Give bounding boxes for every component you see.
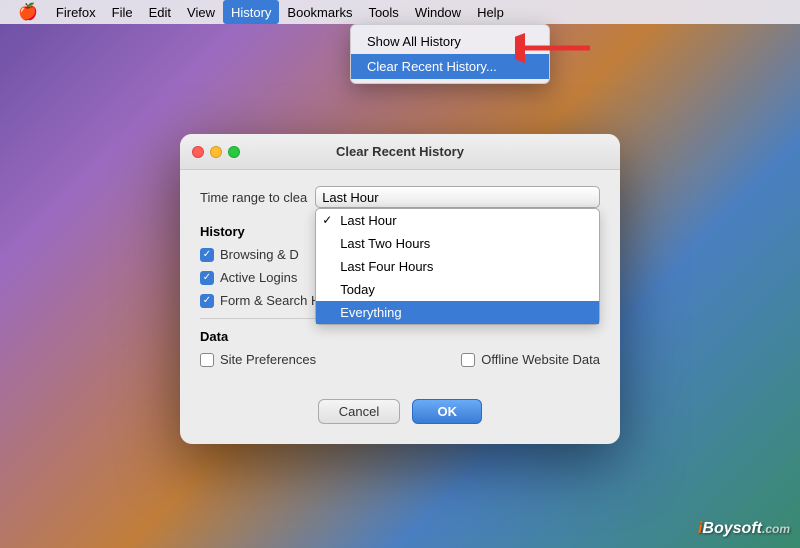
time-range-select-container: Last Hour Last Hour Last Two Hours Last … <box>315 186 600 208</box>
time-range-row: Time range to clea Last Hour Last Hour L… <box>200 186 600 208</box>
dialog-titlebar: Clear Recent History <box>180 134 620 170</box>
dialog-overlay: Clear Recent History Time range to clea … <box>0 0 800 548</box>
time-range-select[interactable]: Last Hour <box>315 186 600 208</box>
close-button[interactable] <box>192 146 204 158</box>
offline-data-checkbox-group: Offline Website Data <box>461 352 600 367</box>
browsing-checkbox-group: Browsing & D <box>200 247 299 262</box>
browsing-checkbox[interactable] <box>200 248 214 262</box>
dialog-body: Time range to clea Last Hour Last Hour L… <box>180 170 620 391</box>
dropdown-everything[interactable]: Everything <box>316 301 599 324</box>
active-logins-label: Active Logins <box>220 270 297 285</box>
dropdown-today[interactable]: Today <box>316 278 599 301</box>
offline-data-label: Offline Website Data <box>481 352 600 367</box>
dropdown-last-hour[interactable]: Last Hour <box>316 209 599 232</box>
data-row-1: Site Preferences Offline Website Data <box>200 352 600 367</box>
clear-history-dialog: Clear Recent History Time range to clea … <box>180 134 620 444</box>
dropdown-last-two-hours[interactable]: Last Two Hours <box>316 232 599 255</box>
cancel-button[interactable]: Cancel <box>318 399 400 424</box>
ok-button[interactable]: OK <box>412 399 482 424</box>
time-range-dropdown-open: Last Hour Last Two Hours Last Four Hours… <box>315 208 600 325</box>
minimize-button[interactable] <box>210 146 222 158</box>
maximize-button[interactable] <box>228 146 240 158</box>
data-section-label: Data <box>200 329 600 344</box>
site-prefs-checkbox-group: Site Preferences <box>200 352 316 367</box>
time-range-label: Time range to clea <box>200 190 307 205</box>
dialog-title: Clear Recent History <box>336 144 464 159</box>
site-prefs-label: Site Preferences <box>220 352 316 367</box>
form-search-checkbox[interactable] <box>200 294 214 308</box>
dropdown-last-four-hours[interactable]: Last Four Hours <box>316 255 599 278</box>
offline-data-checkbox[interactable] <box>461 353 475 367</box>
site-prefs-checkbox[interactable] <box>200 353 214 367</box>
active-logins-checkbox[interactable] <box>200 271 214 285</box>
traffic-lights <box>192 146 240 158</box>
dialog-buttons: Cancel OK <box>180 391 620 428</box>
browsing-label: Browsing & D <box>220 247 299 262</box>
